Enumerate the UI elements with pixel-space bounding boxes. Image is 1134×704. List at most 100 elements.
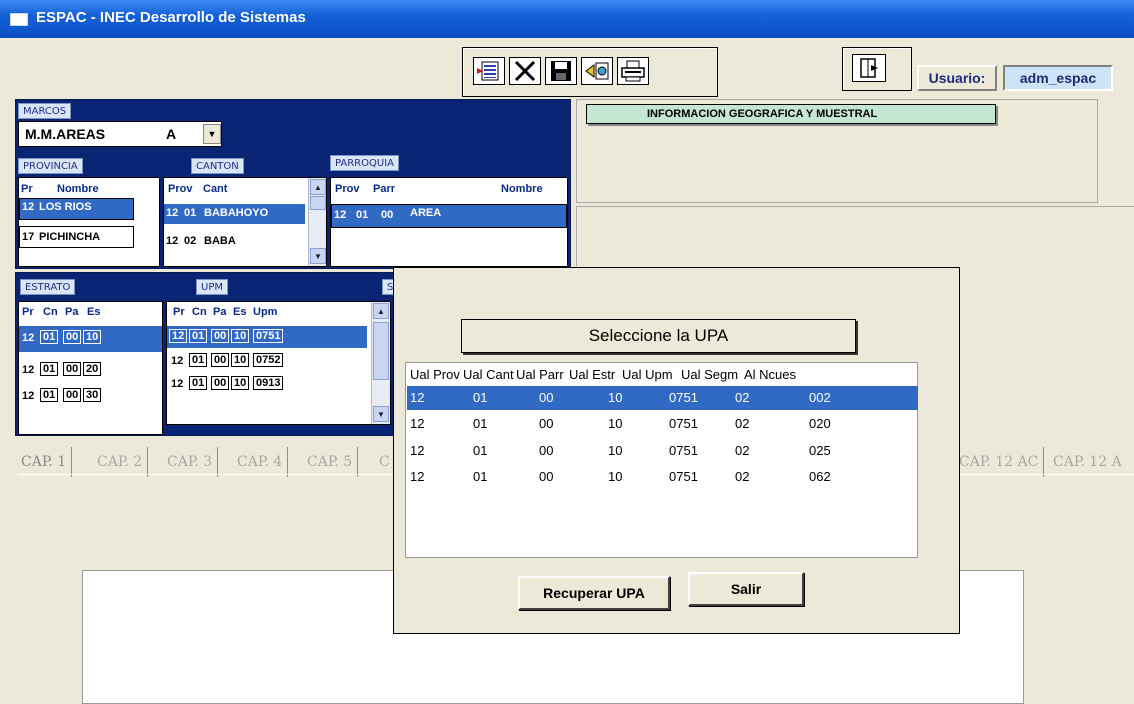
marcos-select[interactable]: M.M.AREAS A ▼ [18, 121, 222, 147]
estrato-es: 10 [83, 330, 102, 344]
provincia-row[interactable]: 17 PICHINCHA [19, 226, 134, 248]
upa-parr: 00 [539, 416, 554, 431]
tab-cap-12ac[interactable]: CAP. 12 AC [954, 447, 1045, 477]
parroquia-grid[interactable]: Prov Parr Nombre 12 01 00 AREA [330, 177, 568, 267]
header-pr: Pr [21, 183, 33, 195]
estrato-cn: 01 [40, 330, 59, 344]
header-cant: Cant [203, 183, 228, 195]
upa-estr: 10 [608, 390, 623, 405]
scroll-down-icon[interactable]: ▼ [373, 406, 389, 422]
tab-cap-2[interactable]: CAP. 2 [92, 447, 149, 477]
save-icon [551, 61, 571, 81]
provincia-name: PICHINCHA [39, 231, 101, 243]
delete-icon [514, 60, 536, 82]
marcos-label: MARCOS [18, 103, 72, 119]
parroquia-parr: 00 [381, 209, 394, 221]
scroll-down-icon[interactable]: ▼ [310, 248, 326, 264]
header-prov: Prov [168, 183, 193, 195]
estrato-pa: 00 [63, 362, 82, 376]
parroquia-cant: 01 [356, 209, 369, 221]
upa-parr: 00 [539, 390, 554, 405]
upa-prov: 12 [410, 469, 425, 484]
scroll-thumb[interactable] [373, 322, 389, 380]
recuperar-upa-button[interactable]: Recuperar UPA [518, 576, 670, 610]
upa-cant: 01 [473, 443, 488, 458]
upa-cant: 01 [473, 390, 488, 405]
header-cn: Cn [43, 306, 58, 318]
upm-cn: 01 [189, 353, 208, 367]
delete-button[interactable] [509, 57, 541, 85]
provincia-label: PROVINCIA [18, 158, 83, 174]
parroquia-prov: 12 [334, 209, 347, 221]
upa-row[interactable]: 12 01 00 10 0751 02 020 [407, 412, 918, 436]
header-nombre: Nombre [501, 183, 543, 195]
tab-cap-1[interactable]: CAP. 1 [16, 447, 73, 477]
window-title: ESPAC - INEC Desarrollo de Sistemas [36, 9, 306, 26]
estrato-pa: 00 [63, 388, 82, 402]
upa-row[interactable]: 12 01 00 10 0751 02 025 [407, 439, 918, 463]
estrato-pr: 12 [22, 364, 35, 376]
upm-grid[interactable]: Pr Cn Pa Es Upm 12 01 00 10 0751 12 01 0… [166, 301, 391, 425]
canton-cant: 02 [184, 235, 197, 247]
estrato-grid[interactable]: Pr Cn Pa Es 12 01 00 10 12 01 00 20 12 0… [18, 301, 163, 435]
tab-cap-3[interactable]: CAP. 3 [162, 447, 219, 477]
scroll-thumb[interactable] [310, 196, 326, 210]
estrato-es: 20 [83, 362, 102, 376]
provincia-code: 17 [22, 231, 35, 243]
tab-cap-12a[interactable]: CAP. 12 A [1048, 447, 1127, 477]
upm-row[interactable]: 12 01 00 10 0751 [167, 326, 367, 348]
new-record-button[interactable] [473, 57, 505, 85]
upa-segm: 02 [735, 416, 750, 431]
parroquia-name: AREA [410, 207, 442, 219]
print-icon [621, 60, 645, 82]
geo-info-header: INFORMACION GEOGRAFICA Y MUESTRAL [586, 104, 996, 124]
estrato-row[interactable]: 12 01 00 10 [19, 326, 162, 352]
provincia-code: 12 [22, 201, 35, 213]
provincia-grid[interactable]: Pr Nombre 12 LOS RIOS 17 PICHINCHA [18, 177, 160, 267]
parroquia-row[interactable]: 12 01 00 AREA [331, 204, 567, 228]
upm-pr: 12 [171, 355, 184, 367]
save-button[interactable] [545, 57, 577, 85]
canton-name: BABA [204, 235, 236, 247]
header-ual-prov: Ual Prov [410, 367, 460, 382]
scroll-up-icon[interactable]: ▲ [373, 303, 389, 319]
print-button[interactable] [617, 57, 649, 85]
usuario-label: Usuario: [917, 65, 997, 91]
canton-row[interactable]: 12 01 BABAHOYO [164, 204, 305, 224]
canton-scrollbar[interactable]: ▲ ▼ [308, 178, 326, 266]
upa-row[interactable]: 12 01 00 10 0751 02 062 [407, 465, 918, 489]
upa-prov: 12 [410, 416, 425, 431]
scroll-up-icon[interactable]: ▲ [310, 179, 326, 195]
header-prov: Prov [335, 183, 360, 195]
header-al-ncues: Al Ncues [744, 367, 797, 382]
parroquia-label: PARROQUIA [330, 155, 399, 171]
upa-row[interactable]: 12 01 00 10 0751 02 002 [407, 386, 918, 410]
header-ual-upm: Ual Upm [622, 367, 673, 382]
tab-cap-5[interactable]: CAP. 5 [302, 447, 359, 477]
upm-pa: 00 [211, 376, 230, 390]
app-icon [10, 13, 28, 26]
title-bar: ESPAC - INEC Desarrollo de Sistemas [0, 0, 1134, 38]
upm-label: UPM [196, 279, 228, 295]
upa-list[interactable]: Ual Prov Ual Cant Ual Parr Ual Estr Ual … [405, 362, 918, 558]
sample-panel: ESTRATO UPM S Pr Cn Pa Es 12 01 00 10 12… [15, 272, 400, 436]
upm-es: 10 [231, 329, 250, 343]
upm-upm: 0751 [253, 329, 284, 343]
salir-button[interactable]: Salir [688, 572, 804, 606]
provincia-row[interactable]: 12 LOS RIOS [19, 198, 134, 220]
tab-cap-6[interactable]: C [374, 447, 395, 477]
upm-scrollbar[interactable]: ▲ ▼ [371, 302, 390, 424]
exit-button-frame[interactable] [852, 54, 886, 82]
header-ual-cant: Ual Cant [463, 367, 514, 382]
header-pa: Pa [213, 306, 227, 318]
upa-estr: 10 [608, 469, 623, 484]
header-ual-segm: Ual Segm [681, 367, 739, 382]
recover-button[interactable] [581, 57, 613, 85]
estrato-pr: 12 [22, 390, 35, 402]
header-cn: Cn [192, 306, 207, 318]
canton-grid[interactable]: Prov Cant 12 01 BABAHOYO 12 02 BABA ▲ ▼ [163, 177, 327, 267]
header-ual-parr: Ual Parr [516, 367, 564, 382]
header-parr: Parr [373, 183, 396, 195]
chevron-down-icon[interactable]: ▼ [203, 124, 221, 144]
tab-cap-4[interactable]: CAP. 4 [232, 447, 289, 477]
